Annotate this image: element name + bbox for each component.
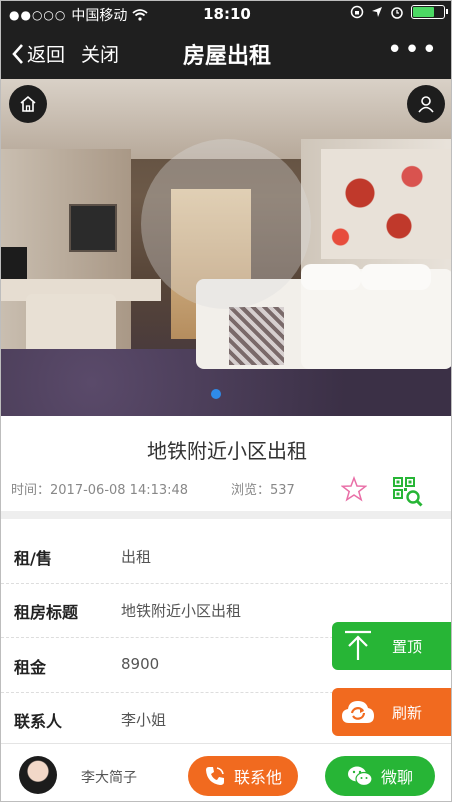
battery-icon xyxy=(411,5,448,19)
carousel-indicator[interactable] xyxy=(211,389,221,399)
more-button[interactable]: ••• xyxy=(387,35,439,65)
home-icon xyxy=(20,95,36,112)
avatar[interactable] xyxy=(19,756,57,794)
field-value: 李小姐 xyxy=(121,711,167,729)
room-photo[interactable] xyxy=(1,79,451,416)
refresh-icon xyxy=(342,701,374,723)
call-label: 联系他 xyxy=(233,768,282,787)
field-value: 出租 xyxy=(121,548,152,566)
status-bar: ●●○○○ 中国移动 18:10 xyxy=(1,1,451,27)
close-button[interactable]: 关闭 xyxy=(81,40,119,67)
arrow-up-icon xyxy=(345,630,371,660)
phone-icon xyxy=(205,767,224,785)
user-center-button[interactable] xyxy=(407,85,445,123)
status-right xyxy=(350,5,448,19)
field-label: 联系人 xyxy=(14,712,63,731)
refresh-button[interactable]: 刷新 xyxy=(332,688,451,736)
chat-label: 微聊 xyxy=(380,768,413,787)
chat-button[interactable]: 微聊 xyxy=(325,756,435,796)
field-value: 地铁附近小区出租 xyxy=(121,602,242,620)
back-label: 返回 xyxy=(27,44,66,66)
page-title: 房屋出租 xyxy=(182,44,271,69)
nav-bar: 返回 关闭 房屋出租 ••• xyxy=(1,27,451,79)
chevron-left-icon xyxy=(12,43,23,64)
section-separator xyxy=(1,511,451,519)
app-frame: ●●○○○ 中国移动 18:10 返回 关闭 房屋出租 ••• 地铁附近小区出租… xyxy=(0,0,452,802)
field-label: 租房标题 xyxy=(14,603,79,622)
field-label: 租/售 xyxy=(14,549,52,568)
home-button[interactable] xyxy=(9,85,47,123)
qr-search-icon[interactable] xyxy=(393,477,423,507)
back-button[interactable]: 返回 xyxy=(11,40,65,67)
location-icon xyxy=(372,7,382,17)
alarm-icon xyxy=(391,7,403,19)
listing-headline: 地铁附近小区出租 xyxy=(147,439,307,463)
view-count: 浏览：537 xyxy=(231,483,295,498)
field-row-type: 租/售 出租 xyxy=(1,530,451,584)
pin-top-button[interactable]: 置顶 xyxy=(332,622,451,670)
field-label: 租金 xyxy=(14,658,47,677)
user-icon xyxy=(418,96,434,113)
call-button[interactable]: 联系他 xyxy=(188,756,298,796)
pin-top-label: 置顶 xyxy=(392,637,423,656)
field-value: 8900 xyxy=(121,655,160,673)
bottom-bar: 李大简子 联系他 微聊 xyxy=(1,743,451,801)
refresh-label: 刷新 xyxy=(392,703,423,722)
star-icon[interactable] xyxy=(341,476,367,502)
wechat-icon xyxy=(347,766,373,787)
publish-time: 时间：2017-06-08 14:13:48 xyxy=(11,483,189,498)
rotation-lock-icon xyxy=(350,5,364,19)
user-name: 李大简子 xyxy=(81,770,137,786)
